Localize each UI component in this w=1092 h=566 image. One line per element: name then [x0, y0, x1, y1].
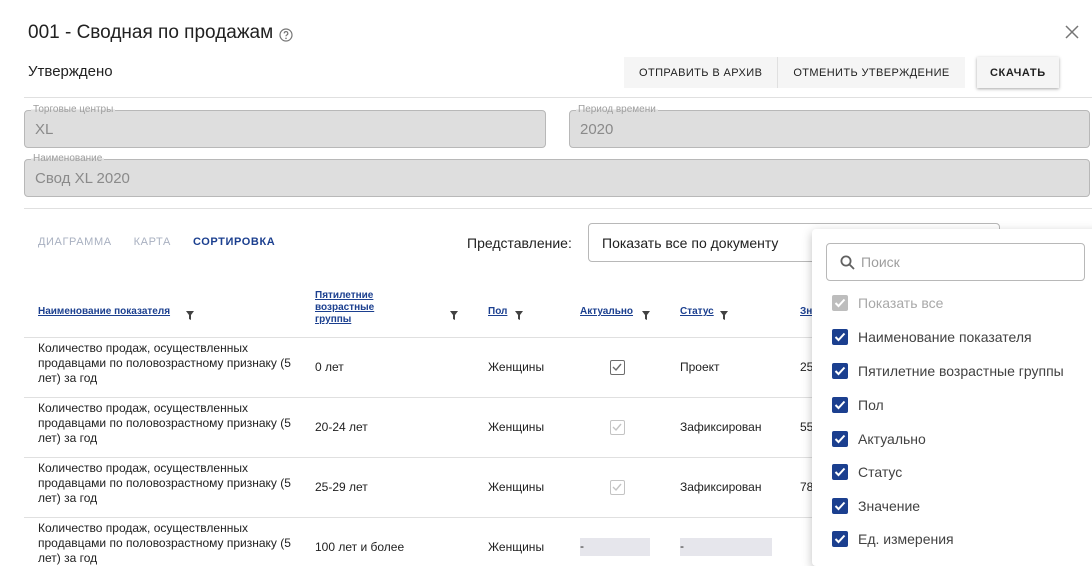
option-label: Показать все — [858, 295, 944, 311]
cell-age-group: 0 лет — [315, 360, 344, 374]
period-field-value: 2020 — [580, 121, 614, 138]
tab-diagram[interactable]: ДИАГРАММА — [38, 236, 112, 248]
checkbox-checked-icon — [832, 397, 848, 413]
malls-field: Торговые центры XL — [24, 104, 546, 148]
cell-age-group: 20-24 лет — [315, 420, 368, 434]
actual-checkbox[interactable] — [610, 420, 625, 435]
cell-sex: Женщины — [488, 360, 545, 374]
name-field: Наименование Свод XL 2020 — [24, 153, 1090, 197]
cell-indicator-name: Количество продаж, осуществленных продав… — [38, 341, 291, 385]
cell-age-group: 25-29 лет — [315, 480, 368, 494]
option-unit[interactable]: Ед. измерения — [832, 528, 954, 550]
period-field: Период времени 2020 — [569, 104, 1090, 148]
option-indicator-name[interactable]: Наименование показателя — [832, 326, 1032, 348]
column-header-actual[interactable]: Актуально — [580, 306, 633, 318]
period-field-label: Период времени — [576, 104, 658, 115]
option-status[interactable]: Статус — [832, 461, 902, 483]
help-icon[interactable] — [279, 26, 293, 42]
view-tabs: ДИАГРАММА КАРТА СОРТИРОВКА — [38, 236, 297, 248]
option-label: Статус — [858, 464, 903, 480]
cell-age-group: 100 лет и более — [315, 540, 405, 554]
option-label: Актуально — [858, 431, 926, 447]
filter-icon[interactable] — [642, 307, 650, 320]
checkbox-checked-icon — [832, 464, 848, 480]
option-label: Наименование показателя — [858, 329, 1032, 345]
option-value[interactable]: Значение — [832, 495, 920, 517]
divider — [24, 208, 1092, 209]
divider — [24, 97, 1092, 98]
checkbox-checked-icon — [832, 295, 848, 311]
cell-indicator-name: Количество продаж, осуществленных продав… — [38, 521, 291, 565]
option-sex[interactable]: Пол — [832, 394, 884, 416]
actual-checkbox[interactable] — [610, 360, 625, 375]
cell-sex: Женщины — [488, 540, 545, 554]
actual-checkbox[interactable] — [610, 480, 625, 495]
cell-sex: Женщины — [488, 420, 545, 434]
row-divider — [24, 457, 814, 458]
filter-icon[interactable] — [720, 307, 728, 320]
cell-status: Проект — [680, 360, 720, 374]
dialog-title-text: 001 - Сводная по продажам — [28, 22, 274, 43]
option-label: Ед. измерения — [858, 531, 954, 547]
filter-icon[interactable] — [186, 307, 194, 320]
dialog-title: 001 - Сводная по продажам — [28, 22, 293, 44]
approval-status: Утверждено — [28, 63, 113, 80]
checkbox-checked-icon — [832, 498, 848, 514]
download-button[interactable]: СКАЧАТЬ — [977, 57, 1059, 88]
cell-sex: Женщины — [488, 480, 545, 494]
name-field-value: Свод XL 2020 — [35, 170, 130, 187]
empty-status-cell: - — [680, 538, 772, 556]
close-icon[interactable] — [1062, 22, 1082, 42]
column-header-value[interactable]: Зн — [800, 306, 812, 318]
column-search — [826, 243, 1085, 281]
representation-value: Показать все по документу — [602, 235, 779, 251]
search-icon — [840, 255, 855, 270]
empty-mark: - — [580, 539, 584, 553]
tab-map[interactable]: КАРТА — [134, 236, 171, 248]
checkbox-checked-icon — [832, 431, 848, 447]
malls-field-value: XL — [35, 121, 54, 138]
row-divider — [24, 337, 814, 338]
checkbox-checked-icon — [832, 531, 848, 547]
column-header-age-groups[interactable]: Пятилетние возрастные группы — [315, 290, 395, 326]
row-divider — [24, 397, 814, 398]
checkbox-checked-icon — [832, 363, 848, 379]
cell-indicator-name: Количество продаж, осуществленных продав… — [38, 401, 291, 445]
option-label: Пятилетние возрастные группы — [858, 363, 1064, 379]
column-header-sex[interactable]: Пол — [488, 306, 507, 318]
filter-icon[interactable] — [515, 307, 523, 320]
option-label: Значение — [858, 498, 921, 514]
column-header-status[interactable]: Статус — [680, 306, 714, 318]
column-picker-dropdown: Показать все Наименование показателя Пят… — [812, 229, 1092, 566]
empty-actual-cell: - — [580, 538, 650, 556]
send-to-archive-button[interactable]: ОТПРАВИТЬ В АРХИВ — [624, 57, 778, 88]
cell-indicator-name: Количество продаж, осуществленных продав… — [38, 461, 291, 505]
column-search-input[interactable] — [861, 252, 1071, 272]
cell-status: Зафиксирован — [680, 420, 762, 434]
option-label: Пол — [858, 397, 884, 413]
option-show-all[interactable]: Показать все — [832, 292, 943, 314]
name-field-label: Наименование — [31, 153, 105, 164]
row-divider — [24, 517, 814, 518]
empty-mark: - — [680, 539, 684, 553]
checkbox-checked-icon — [832, 329, 848, 345]
filter-icon[interactable] — [450, 307, 458, 320]
column-header-name[interactable]: Наименование показателя — [38, 306, 170, 318]
malls-field-label: Торговые центры — [31, 104, 116, 115]
representation-label: Представление: — [467, 235, 572, 251]
cancel-approval-button[interactable]: ОТМЕНИТЬ УТВЕРЖДЕНИЕ — [777, 57, 965, 88]
report-dialog: 001 - Сводная по продажам Утверждено ОТП… — [9, 0, 1092, 566]
option-age-groups[interactable]: Пятилетние возрастные группы — [832, 360, 1064, 382]
option-actual[interactable]: Актуально — [832, 428, 926, 450]
cell-status: Зафиксирован — [680, 480, 762, 494]
action-toolbar: ОТПРАВИТЬ В АРХИВ ОТМЕНИТЬ УТВЕРЖДЕНИЕ — [624, 57, 965, 88]
tab-sorting[interactable]: СОРТИРОВКА — [193, 236, 275, 248]
